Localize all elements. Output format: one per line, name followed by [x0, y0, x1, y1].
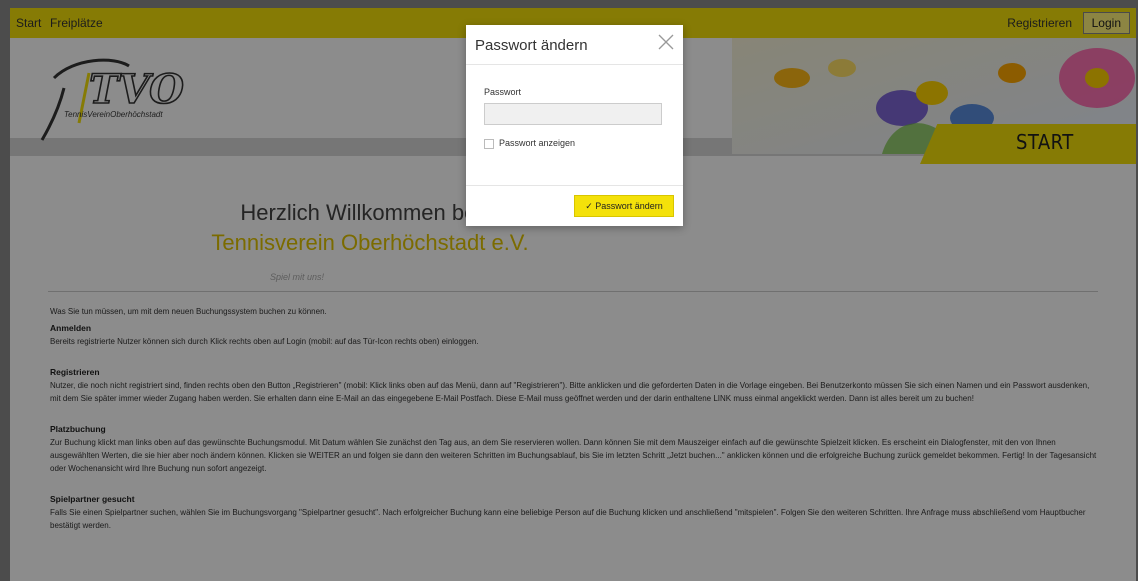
password-input[interactable] [484, 103, 662, 125]
password-label: Passwort [484, 87, 522, 97]
checkmark-icon: ✓ [585, 201, 593, 211]
change-password-button-label: Passwort ändern [595, 201, 663, 211]
dialog-title: Passwort ändern [475, 37, 588, 54]
show-password-checkbox[interactable] [484, 139, 494, 149]
change-password-dialog: Passwort ändern Passwort Passwort anzeig… [466, 25, 683, 226]
change-password-button[interactable]: ✓ Passwort ändern [574, 195, 674, 217]
show-password-label[interactable]: Passwort anzeigen [499, 138, 575, 148]
dialog-header-divider [466, 64, 683, 65]
close-icon[interactable] [656, 32, 676, 52]
dialog-footer-divider [466, 185, 683, 186]
